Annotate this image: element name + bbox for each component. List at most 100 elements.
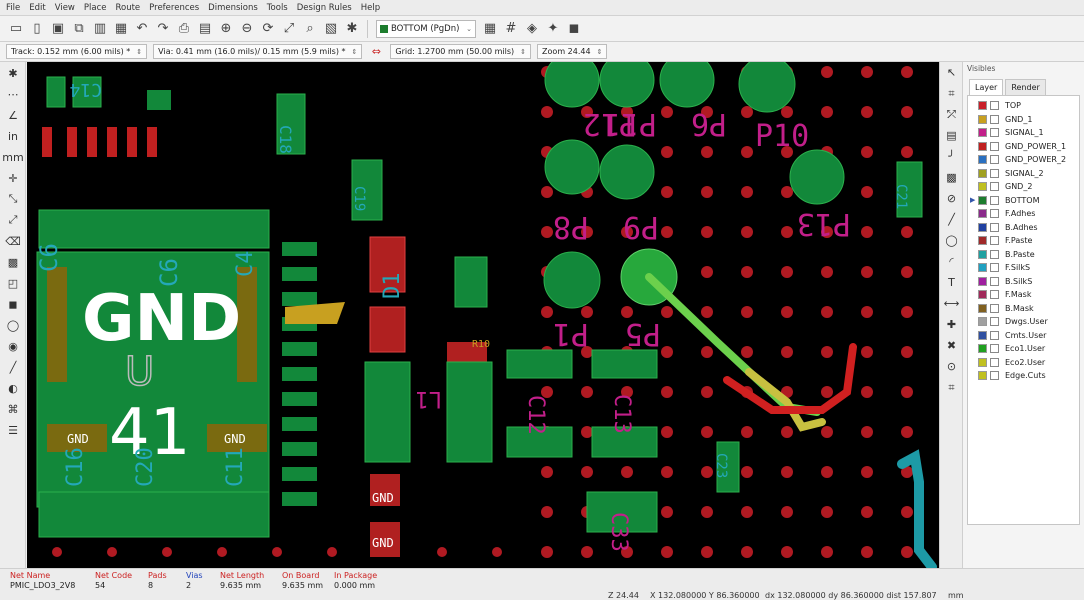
add-circle-icon[interactable]: ◯ (942, 232, 961, 249)
find-icon[interactable]: ⌕ (300, 19, 320, 39)
local-ratsnest-icon[interactable]: ⤱ (942, 106, 961, 123)
zone-show-icon[interactable]: ▩ (2, 253, 24, 271)
layer-color-swatch[interactable] (978, 128, 987, 138)
layer-visibility-checkbox[interactable] (990, 276, 999, 286)
grid-icon[interactable]: ⋯ (2, 85, 24, 103)
layer-visibility-checkbox[interactable] (990, 236, 999, 246)
menu-edit[interactable]: Edit (29, 3, 45, 13)
layer-visibility-checkbox[interactable] (990, 249, 999, 259)
zoom-in-icon[interactable]: ⊕ (216, 19, 236, 39)
layer-row[interactable]: ▶ BOTTOM (968, 194, 1079, 208)
add-module-icon[interactable]: ▤ (942, 127, 961, 144)
keepout-icon[interactable]: ⊘ (942, 190, 961, 207)
auto-delete-icon[interactable]: ⌫ (2, 232, 24, 250)
layer-color-swatch[interactable] (978, 371, 987, 381)
layer-color-swatch[interactable] (978, 303, 987, 313)
via-size-select[interactable]: Via: 0.41 mm (16.0 mils)/ 0.15 mm (5.9 m… (153, 44, 363, 59)
layer-visibility-checkbox[interactable] (990, 357, 999, 367)
pcb-canvas[interactable]: GND GND GND U 41 C14 C18 C6 C6 C4 C16 C2… (27, 62, 939, 568)
layer-row[interactable]: Eco2.User (968, 356, 1079, 370)
track-sketch-icon[interactable]: ╱ (2, 358, 24, 376)
microwave-tools-icon[interactable]: ⌘ (2, 400, 24, 418)
layer-row[interactable]: GND_POWER_1 (968, 140, 1079, 154)
layer-visibility-checkbox[interactable] (990, 344, 999, 354)
cursor-shape-icon[interactable]: ✛ (2, 169, 24, 187)
layer-row[interactable]: GND_POWER_2 (968, 153, 1079, 167)
layer-row[interactable]: Cmts.User (968, 329, 1079, 343)
layer-pair-icon[interactable]: ▦ (480, 19, 500, 39)
microwave-icon[interactable]: ✦ (543, 19, 563, 39)
layer-select[interactable]: BOTTOM (PgDn) ⌄ (376, 19, 476, 38)
zone-fill-icon[interactable]: ◼ (2, 295, 24, 313)
module-ratsnest-icon[interactable]: ⤢ (2, 211, 24, 229)
drc-icon[interactable]: ✱ (342, 19, 362, 39)
highlight-net-icon[interactable]: ⌗ (942, 85, 961, 102)
library-icon[interactable]: ▥ (90, 19, 110, 39)
layer-visibility-checkbox[interactable] (990, 303, 999, 313)
mm-icon[interactable]: mm (2, 148, 24, 166)
menu-design-rules[interactable]: Design Rules (297, 3, 352, 13)
layer-row[interactable]: SIGNAL_2 (968, 167, 1079, 181)
zoom-fit-icon[interactable]: ⤢ (279, 19, 299, 39)
drc-off-icon[interactable]: ✱ (2, 64, 24, 82)
layer-row[interactable]: F.Mask (968, 288, 1079, 302)
layer-visibility-checkbox[interactable] (990, 222, 999, 232)
zoom-out-icon[interactable]: ⊖ (237, 19, 257, 39)
offset-icon[interactable]: ⊙ (942, 358, 961, 375)
layer-color-swatch[interactable] (978, 222, 987, 232)
layer-color-swatch[interactable] (978, 357, 987, 367)
module-editor-icon[interactable]: ▦ (111, 19, 131, 39)
menu-place[interactable]: Place (84, 3, 107, 13)
layer-visibility-checkbox[interactable] (990, 155, 999, 165)
redo-icon[interactable]: ↷ (153, 19, 173, 39)
menu-tools[interactable]: Tools (267, 3, 288, 13)
layer-color-swatch[interactable] (978, 141, 987, 151)
layer-row[interactable]: B.Paste (968, 248, 1079, 262)
layer-color-swatch[interactable] (978, 182, 987, 192)
layer-visibility-checkbox[interactable] (990, 195, 999, 205)
redraw-icon[interactable]: ⟳ (258, 19, 278, 39)
page-settings-icon[interactable]: ⧉ (69, 19, 89, 39)
layer-color-swatch[interactable] (978, 195, 987, 205)
undo-icon[interactable]: ↶ (132, 19, 152, 39)
layer-visibility-checkbox[interactable] (990, 141, 999, 151)
layer-visibility-checkbox[interactable] (990, 263, 999, 273)
menu-dimensions[interactable]: Dimensions (208, 3, 258, 13)
layer-row[interactable]: GND_1 (968, 113, 1079, 127)
high-contrast-icon[interactable]: ◐ (2, 379, 24, 397)
add-zone-icon[interactable]: ▩ (942, 169, 961, 186)
layer-row[interactable]: B.Mask (968, 302, 1079, 316)
layer-color-swatch[interactable] (978, 236, 987, 246)
autoroute-icon[interactable]: # (501, 19, 521, 39)
layer-color-swatch[interactable] (978, 155, 987, 165)
polar-icon[interactable]: ∠ (2, 106, 24, 124)
layer-row[interactable]: SIGNAL_1 (968, 126, 1079, 140)
add-target-icon[interactable]: ✚ (942, 316, 961, 333)
layer-color-swatch[interactable] (978, 344, 987, 354)
autoplace-icon[interactable]: ◈ (522, 19, 542, 39)
pad-sketch-icon[interactable]: ◯ (2, 316, 24, 334)
delete-icon[interactable]: ✖ (942, 337, 961, 354)
tab-render[interactable]: Render (1005, 79, 1046, 95)
zone-outline-icon[interactable]: ◰ (2, 274, 24, 292)
layer-visibility-checkbox[interactable] (990, 114, 999, 124)
layer-row[interactable]: GND_2 (968, 180, 1079, 194)
open-icon[interactable]: ▯ (27, 19, 47, 39)
inches-icon[interactable]: in (2, 127, 24, 145)
track-autowidth-icon[interactable]: ⇔ (368, 44, 384, 60)
layer-color-swatch[interactable] (978, 249, 987, 259)
menu-preferences[interactable]: Preferences (149, 3, 199, 13)
layer-visibility-checkbox[interactable] (990, 182, 999, 192)
layer-row[interactable]: F.SilkS (968, 261, 1079, 275)
layer-color-swatch[interactable] (978, 290, 987, 300)
zoom-select[interactable]: Zoom 24.44 ⇕ (537, 44, 608, 59)
menu-file[interactable]: File (6, 3, 20, 13)
via-sketch-icon[interactable]: ◉ (2, 337, 24, 355)
menu-help[interactable]: Help (361, 3, 380, 13)
layer-visibility-checkbox[interactable] (990, 290, 999, 300)
python-icon[interactable]: ◼ (564, 19, 584, 39)
layer-color-swatch[interactable] (978, 276, 987, 286)
layer-color-swatch[interactable] (978, 101, 987, 111)
grid-origin-icon[interactable]: ⌗ (942, 379, 961, 396)
layer-color-swatch[interactable] (978, 317, 987, 327)
